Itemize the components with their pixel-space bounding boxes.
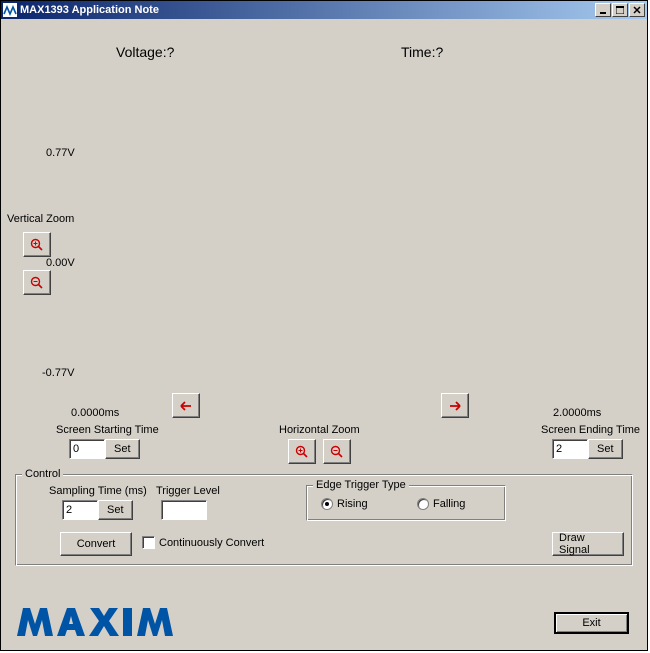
rising-label: Rising bbox=[337, 498, 368, 510]
rising-radio[interactable]: Rising bbox=[321, 498, 368, 510]
horizontal-zoom-out-button[interactable] bbox=[323, 439, 351, 464]
x-axis-right: 2.0000ms bbox=[553, 407, 601, 419]
arrow-left-icon bbox=[179, 400, 193, 412]
trigger-level-label: Trigger Level bbox=[156, 485, 220, 497]
voltage-readout: Voltage:? bbox=[116, 44, 174, 60]
draw-signal-button[interactable]: Draw Signal bbox=[552, 532, 624, 556]
exit-button[interactable]: Exit bbox=[554, 612, 629, 634]
zoom-in-icon bbox=[30, 238, 44, 252]
app-window: MAX1393 Application Note Voltage:? Time:… bbox=[0, 0, 648, 651]
screen-start-set-button[interactable]: Set bbox=[105, 439, 140, 459]
maxim-logo bbox=[17, 606, 202, 638]
falling-radio[interactable]: Falling bbox=[417, 498, 465, 510]
sampling-time-label: Sampling Time (ms) bbox=[49, 485, 147, 497]
horizontal-zoom-label: Horizontal Zoom bbox=[279, 424, 360, 436]
voltage-label: Voltage: bbox=[116, 44, 167, 60]
continuously-convert-label: Continuously Convert bbox=[159, 537, 264, 549]
window-title: MAX1393 Application Note bbox=[20, 4, 595, 16]
app-icon bbox=[3, 3, 17, 17]
screen-end-label: Screen Ending Time bbox=[541, 424, 640, 436]
radio-icon bbox=[321, 498, 333, 510]
screen-end-set-button[interactable]: Set bbox=[588, 439, 623, 459]
trigger-level-input[interactable] bbox=[161, 500, 207, 520]
sampling-time-input[interactable] bbox=[62, 500, 98, 520]
x-axis-left: 0.0000ms bbox=[71, 407, 119, 419]
y-axis-bot: -0.77V bbox=[42, 367, 74, 379]
control-group-label: Control bbox=[22, 468, 63, 480]
vertical-zoom-label: Vertical Zoom bbox=[7, 213, 74, 225]
voltage-value: ? bbox=[167, 44, 175, 60]
screen-start-input[interactable] bbox=[69, 439, 105, 459]
arrow-right-icon bbox=[448, 400, 462, 412]
y-axis-mid: 0.00V bbox=[46, 257, 75, 269]
continuously-convert-checkbox[interactable]: Continuously Convert bbox=[142, 536, 264, 549]
convert-button[interactable]: Convert bbox=[60, 532, 132, 556]
pan-right-button[interactable] bbox=[441, 393, 469, 418]
horizontal-zoom-in-button[interactable] bbox=[288, 439, 316, 464]
sampling-time-set-button[interactable]: Set bbox=[98, 500, 133, 520]
y-axis-top: 0.77V bbox=[46, 147, 75, 159]
maximize-button[interactable] bbox=[612, 3, 628, 17]
screen-start-label: Screen Starting Time bbox=[56, 424, 159, 436]
time-readout: Time:? bbox=[401, 44, 443, 60]
edge-trigger-label: Edge Trigger Type bbox=[313, 479, 409, 491]
window-buttons bbox=[595, 3, 645, 17]
time-value: ? bbox=[435, 44, 443, 60]
pan-left-button[interactable] bbox=[172, 393, 200, 418]
close-button[interactable] bbox=[629, 3, 645, 17]
zoom-out-icon bbox=[330, 445, 344, 459]
edge-trigger-group: Edge Trigger Type Rising Falling bbox=[306, 485, 506, 521]
radio-icon bbox=[417, 498, 429, 510]
zoom-out-icon bbox=[30, 276, 44, 290]
screen-end-input[interactable] bbox=[552, 439, 588, 459]
checkbox-icon bbox=[142, 536, 155, 549]
minimize-button[interactable] bbox=[595, 3, 611, 17]
vertical-zoom-in-button[interactable] bbox=[23, 232, 51, 257]
zoom-in-icon bbox=[295, 445, 309, 459]
client-area: Voltage:? Time:? 0.77V 0.00V -0.77V Vert… bbox=[1, 19, 647, 650]
time-label: Time: bbox=[401, 44, 435, 60]
titlebar: MAX1393 Application Note bbox=[1, 1, 647, 19]
control-group: Control Sampling Time (ms) Set Trigger L… bbox=[15, 474, 633, 566]
falling-label: Falling bbox=[433, 498, 465, 510]
vertical-zoom-out-button[interactable] bbox=[23, 270, 51, 295]
